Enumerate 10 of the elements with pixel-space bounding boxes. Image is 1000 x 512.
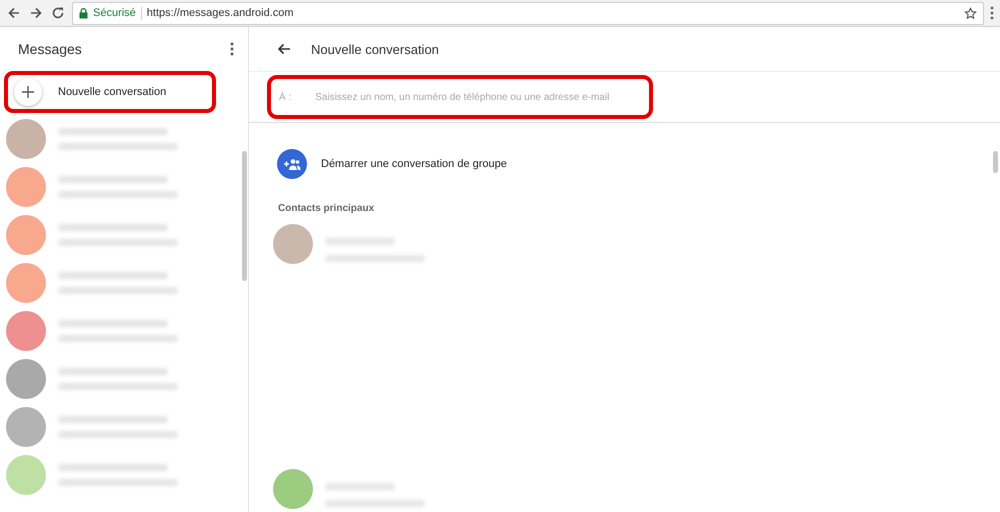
section-heading: Contacts principaux — [278, 203, 376, 214]
to-label: À : — [279, 92, 292, 102]
url-text: https://messages.android.com — [146, 7, 294, 19]
address-bar[interactable]: Sécurisé https://messages.android.com — [72, 2, 984, 24]
new-conversation-button[interactable]: Nouvelle conversation — [8, 78, 166, 106]
app-title: Messages — [18, 41, 82, 57]
group-conversation-button[interactable]: Démarrer une conversation de groupe — [277, 149, 507, 179]
page-title: Nouvelle conversation — [311, 42, 439, 56]
recipient-field[interactable]: Saisissez un nom, un numéro de téléphone ou une adresse e-mail — [315, 92, 646, 102]
security-label: Sécurisé — [93, 7, 136, 19]
